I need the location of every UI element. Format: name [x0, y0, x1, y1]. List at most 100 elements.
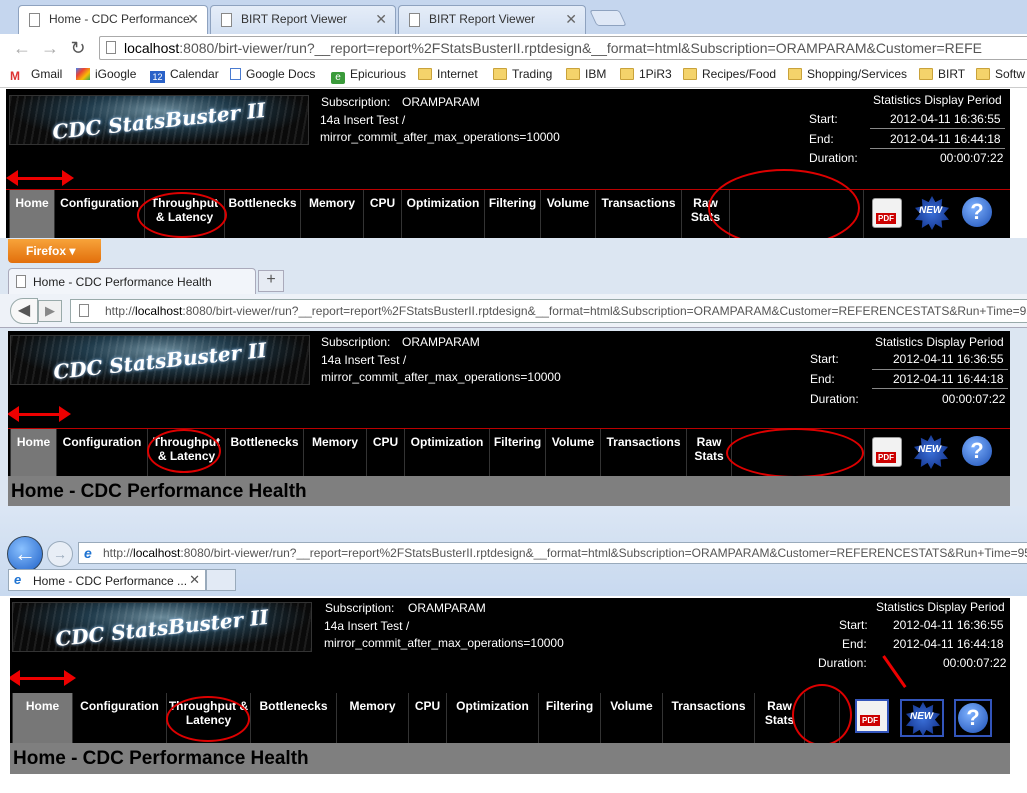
subscription-label: Subscription:: [321, 335, 391, 349]
bookmark-epicurious[interactable]: e Epicurious: [331, 67, 406, 84]
menu-home[interactable]: Home: [9, 190, 54, 238]
menu-configuration[interactable]: Configuration: [54, 190, 144, 238]
close-icon[interactable]: ✕: [187, 11, 199, 28]
menu-optimization[interactable]: Optimization: [401, 190, 484, 238]
forward-arrow-icon[interactable]: ▶: [38, 300, 62, 322]
menu-filtering[interactable]: Filtering: [484, 190, 540, 238]
menu-label: Home: [15, 196, 49, 210]
bookmark-recipes[interactable]: Recipes/Food: [683, 67, 776, 81]
menu-bottlenecks[interactable]: Bottlenecks: [250, 693, 336, 743]
chrome-tab-home[interactable]: Home - CDC Performance ✕: [18, 5, 208, 34]
reload-icon[interactable]: ↻: [66, 36, 90, 60]
menu-filtering[interactable]: Filtering: [538, 693, 600, 743]
menu-label: Bottlenecks: [230, 435, 299, 449]
close-icon[interactable]: ✕: [375, 11, 387, 28]
pdf-icon[interactable]: [872, 437, 902, 467]
menu-filtering[interactable]: Filtering: [489, 429, 545, 476]
omnibox[interactable]: localhost:8080/birt-viewer/run?__report=…: [99, 36, 1027, 60]
menu-raw-stats[interactable]: Raw Stats: [686, 429, 731, 476]
new-tab-button[interactable]: [589, 10, 627, 26]
menu-configuration[interactable]: Configuration: [56, 429, 147, 476]
firefox-tab-home[interactable]: Home - CDC Performance Health: [8, 268, 256, 294]
back-arrow-icon[interactable]: ←: [10, 36, 34, 60]
menu-cpu[interactable]: CPU: [366, 429, 404, 476]
firefox-button-label: Firefox: [26, 244, 67, 258]
test-name: 14a Insert Test / mirror_commit_after_max…: [321, 352, 561, 386]
menu-volume[interactable]: Volume: [600, 693, 662, 743]
pdf-icon[interactable]: [872, 198, 902, 228]
menu-volume[interactable]: Volume: [540, 190, 595, 238]
menu-configuration[interactable]: Configuration: [72, 693, 166, 743]
menu-label: Memory: [349, 699, 396, 713]
menu-cpu[interactable]: CPU: [363, 190, 401, 238]
firefox-menu-button[interactable]: Firefox ▾: [8, 239, 101, 263]
new-tab-button[interactable]: [206, 569, 236, 591]
ie-tab-home[interactable]: e Home - CDC Performance ... ✕: [8, 569, 206, 591]
bookmark-internet[interactable]: Internet: [418, 67, 478, 81]
statsbuster-logo: CDC StatsBuster II: [10, 335, 310, 385]
menu-label: Optimization: [406, 196, 480, 210]
bookmark-ibm[interactable]: IBM: [566, 67, 606, 81]
close-icon[interactable]: ✕: [189, 572, 200, 588]
menu-label: Bottlenecks: [259, 699, 328, 713]
menu-cpu[interactable]: CPU: [408, 693, 446, 743]
new-tab-button[interactable]: +: [258, 270, 284, 292]
forward-arrow-icon[interactable]: →: [47, 541, 73, 567]
tab-label: BIRT Report Viewer: [429, 12, 536, 26]
bookmark-shopping[interactable]: Shopping/Services: [788, 67, 907, 81]
bookmark-calendar[interactable]: 12 Calendar: [150, 67, 219, 83]
menu-home[interactable]: Home: [10, 429, 56, 476]
menu-memory[interactable]: Memory: [303, 429, 366, 476]
menu-memory[interactable]: Memory: [336, 693, 408, 743]
menu-optimization[interactable]: Optimization: [404, 429, 489, 476]
tab-label: Home - CDC Performance: [49, 12, 190, 26]
menu-transactions[interactable]: Transactions: [600, 429, 686, 476]
bookmark-igoogle[interactable]: iGoogle: [76, 67, 136, 81]
test-name: 14a Insert Test / mirror_commit_after_max…: [324, 618, 564, 652]
menu-home[interactable]: Home: [12, 693, 72, 743]
new-icon[interactable]: NEW: [915, 196, 949, 230]
bookmark-software[interactable]: Softw: [976, 67, 1025, 81]
menu-volume[interactable]: Volume: [545, 429, 600, 476]
bookmark-gmail[interactable]: M Gmail: [10, 67, 63, 83]
help-icon[interactable]: ?: [962, 436, 992, 466]
address-bar[interactable]: e http://localhost:8080/birt-viewer/run?…: [78, 542, 1027, 564]
bookmark-google-docs[interactable]: Google Docs: [230, 67, 315, 81]
help-icon[interactable]: ?: [962, 197, 992, 227]
back-arrow-icon[interactable]: ◀: [10, 298, 38, 324]
subscription-value: ORAMPARAM: [408, 601, 486, 615]
end-value: 2012-04-11 16:44:18: [893, 372, 1004, 386]
report-header: CDC StatsBuster II Subscription: ORAMPAR…: [8, 331, 1010, 506]
report-menu-bar: Home Configuration Throughput & Latency B…: [10, 693, 1010, 743]
chrome-tab-birt-1[interactable]: BIRT Report Viewer ✕: [210, 5, 396, 34]
forward-arrow-icon[interactable]: →: [38, 36, 62, 60]
menu-memory[interactable]: Memory: [300, 190, 363, 238]
back-arrow-icon[interactable]: ←: [7, 536, 43, 572]
bookmark-trading[interactable]: Trading: [493, 67, 552, 81]
end-label: End:: [842, 637, 867, 651]
close-icon[interactable]: ✕: [565, 11, 577, 28]
menu-optimization[interactable]: Optimization: [446, 693, 538, 743]
url-scheme: http://: [103, 546, 134, 560]
menu-bottlenecks[interactable]: Bottlenecks: [224, 190, 300, 238]
chrome-tab-birt-2[interactable]: BIRT Report Viewer ✕: [398, 5, 586, 34]
menu-transactions[interactable]: Transactions: [662, 693, 754, 743]
start-value: 2012-04-11 16:36:55: [890, 112, 1001, 126]
tab-label: BIRT Report Viewer: [241, 12, 348, 26]
help-button-frame[interactable]: ?: [954, 699, 992, 737]
folder-icon: [683, 68, 697, 80]
bookmark-label: Internet: [437, 67, 478, 81]
address-bar[interactable]: http://localhost:8080/birt-viewer/run?__…: [70, 299, 1027, 323]
new-button-frame[interactable]: NEW: [900, 699, 944, 737]
menu-transactions[interactable]: Transactions: [595, 190, 681, 238]
bookmark-1pir3[interactable]: 1PiR3: [620, 67, 672, 81]
pdf-icon[interactable]: [855, 699, 889, 733]
new-icon[interactable]: NEW: [914, 435, 948, 469]
menu-bottlenecks[interactable]: Bottlenecks: [225, 429, 303, 476]
folder-icon: [788, 68, 802, 80]
calendar-icon: 12: [150, 71, 165, 83]
start-label: Start:: [810, 352, 839, 366]
bookmark-birt[interactable]: BIRT: [919, 67, 965, 81]
bookmark-label: Gmail: [31, 67, 63, 81]
resize-arrow-annotation: [10, 670, 76, 686]
